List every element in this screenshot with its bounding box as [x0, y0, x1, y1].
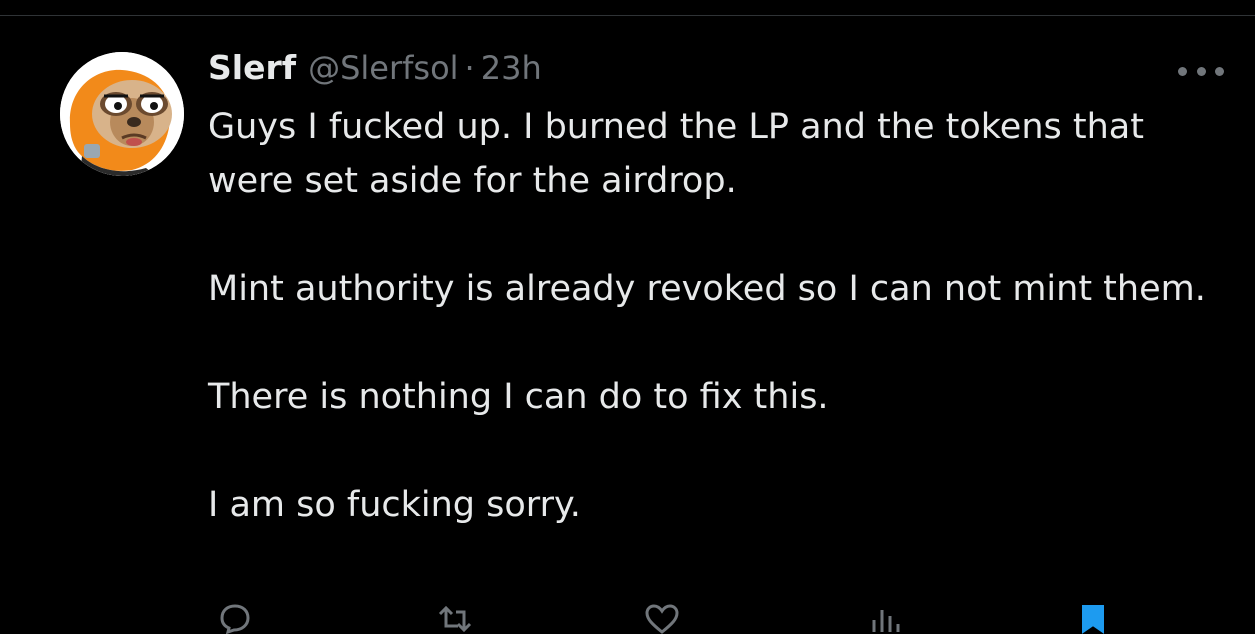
retweet-icon[interactable] [434, 604, 474, 634]
more-dots-icon[interactable] [1178, 58, 1224, 84]
author-display-name[interactable]: Slerf [208, 48, 296, 87]
tweet-paragraph: Guys I fucked up. I burned the LP and th… [208, 107, 1144, 201]
tweet-text: Guys I fucked up. I burned the LP and th… [208, 100, 1238, 586]
more-dot [1178, 66, 1187, 76]
views-icon[interactable] [868, 604, 902, 634]
tweet-paragraph: There is nothing I can do to fix this. [208, 377, 829, 417]
author-handle[interactable]: @Slerfsol [308, 49, 458, 87]
reply-icon[interactable] [218, 604, 252, 634]
sloth-avatar-icon[interactable] [60, 52, 184, 176]
tweet-card[interactable]: Slerf @Slerfsol · 23h Guys I fucked up. … [0, 16, 1255, 634]
tweet-paragraph: I am so fucking sorry. [208, 485, 581, 525]
tweet-action-bar [208, 604, 1128, 634]
tweet-timestamp[interactable]: 23h [481, 49, 542, 87]
tweet-header: Slerf @Slerfsol · 23h [208, 48, 542, 92]
more-dot [1196, 66, 1206, 76]
more-dot [1215, 66, 1224, 76]
header-separator: · [464, 49, 475, 87]
like-icon[interactable] [644, 604, 680, 634]
bookmark-icon[interactable] [1078, 604, 1108, 634]
tweet-paragraph: Mint authority is already revoked so I c… [208, 269, 1206, 309]
